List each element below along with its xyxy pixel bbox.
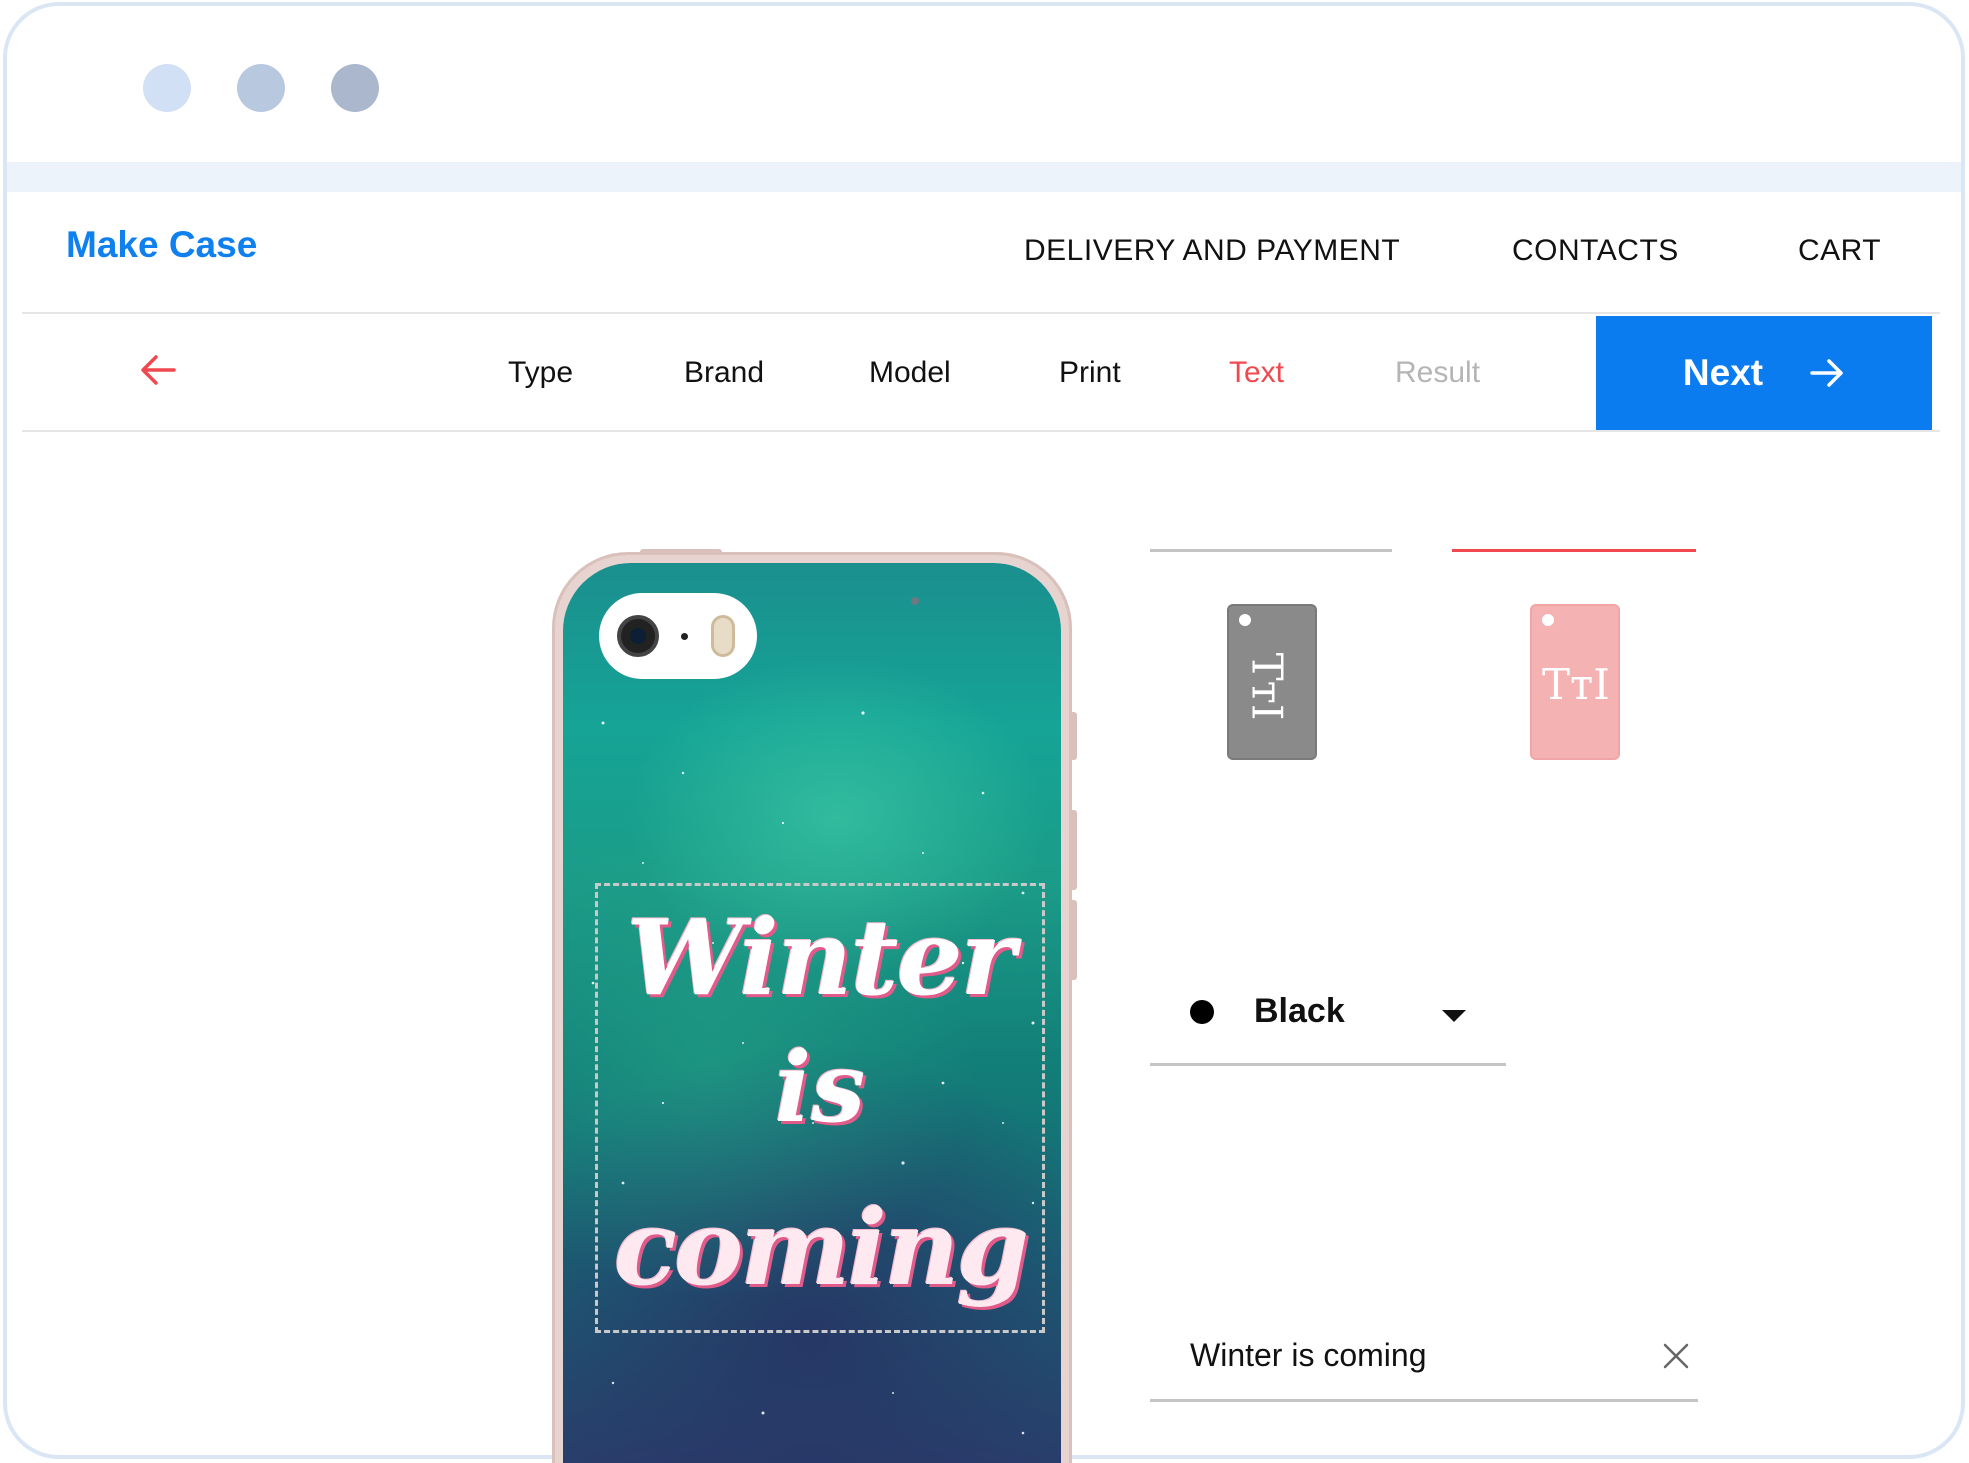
wizard-steps-bar: Type Brand Model Print Text Result Next: [22, 316, 1940, 432]
case-text-line: Winter: [626, 896, 1015, 1019]
step-print[interactable]: Print: [1059, 356, 1121, 390]
color-select-value: Black: [1254, 992, 1345, 1030]
case-text-line: coming: [613, 1186, 1030, 1309]
text-horizontal-icon: TтI: [1542, 660, 1610, 709]
step-model[interactable]: Model: [869, 356, 951, 390]
case-hole-icon: [1542, 614, 1554, 626]
brand-logo-link[interactable]: Make Case: [66, 224, 257, 266]
close-icon[interactable]: [1660, 1340, 1692, 1372]
text-vertical-icon: TтI: [1242, 652, 1292, 721]
top-navbar: Make Case DELIVERY AND PAYMENT CONTACTS …: [22, 186, 1940, 314]
sensor-dot: [911, 597, 919, 605]
phone-case-preview: Winter is coming: [552, 552, 1072, 1463]
nav-contacts[interactable]: CONTACTS: [1512, 234, 1679, 268]
nav-delivery-payment[interactable]: DELIVERY AND PAYMENT: [1024, 234, 1400, 268]
window-titlebar: [7, 6, 1961, 162]
case-text-field: [1150, 1318, 1698, 1402]
step-text-active[interactable]: Text: [1229, 356, 1284, 390]
arrow-right-icon: [1810, 359, 1843, 387]
case-hole-icon: [1239, 614, 1251, 626]
window-control-close[interactable]: [143, 64, 191, 112]
text-horizontal-option[interactable]: TтI: [1530, 604, 1620, 760]
text-vertical-option[interactable]: TтI: [1227, 604, 1317, 760]
text-bounding-frame[interactable]: Winter is coming: [595, 883, 1045, 1333]
case-text-input[interactable]: [1190, 1330, 1610, 1380]
camera-cutout: [599, 593, 757, 679]
orientation-tab-underline-horizontal-active: [1452, 549, 1696, 552]
step-type[interactable]: Type: [508, 356, 573, 390]
microphone-dot: [681, 633, 688, 640]
color-swatch: [1190, 1000, 1214, 1024]
case-text-line: is: [774, 1031, 866, 1144]
step-result-disabled: Result: [1395, 356, 1481, 389]
arrow-left-icon[interactable]: [134, 346, 182, 394]
orientation-tab-underline-vertical: [1150, 549, 1392, 552]
window-control-minimize[interactable]: [237, 64, 285, 112]
chevron-down-icon: [1442, 1010, 1466, 1022]
camera-lens-icon: [617, 615, 659, 657]
text-color-select[interactable]: Black: [1150, 980, 1506, 1066]
nav-cart[interactable]: CART: [1798, 234, 1881, 268]
flash-icon: [711, 615, 735, 657]
step-brand[interactable]: Brand: [684, 356, 764, 390]
case-print-image: Winter is coming: [563, 563, 1061, 1463]
next-button-label: Next: [1682, 352, 1764, 393]
window-control-maximize[interactable]: [331, 64, 379, 112]
next-button[interactable]: Next: [1596, 316, 1932, 430]
